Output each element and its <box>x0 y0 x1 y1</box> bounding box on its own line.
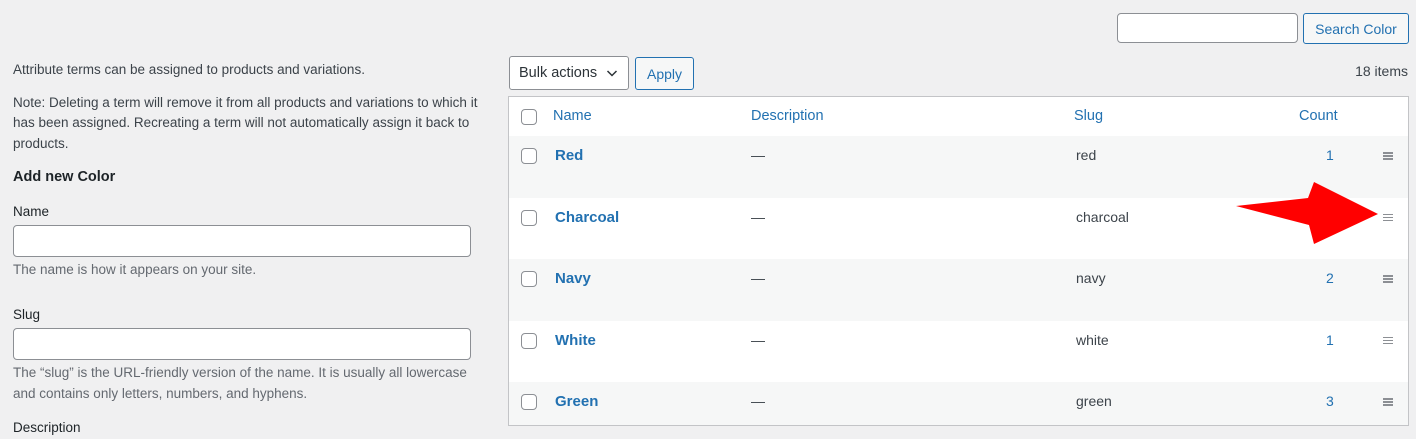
drag-handle-icon[interactable] <box>1383 213 1393 222</box>
row-checkbox[interactable] <box>521 271 537 287</box>
slug-field[interactable] <box>13 328 471 360</box>
drag-handle-icon[interactable] <box>1383 398 1393 406</box>
table-header: Name Description Slug Count <box>509 97 1408 137</box>
term-slug: charcoal <box>1076 208 1129 225</box>
term-name-link[interactable]: Red <box>555 147 583 164</box>
red-arrow-annotation <box>1236 182 1378 244</box>
apply-button[interactable]: Apply <box>635 57 694 90</box>
column-description[interactable]: Description <box>751 108 824 124</box>
term-description: — <box>751 393 765 409</box>
term-name-link[interactable]: Charcoal <box>555 209 619 226</box>
name-field[interactable] <box>13 225 471 257</box>
slug-label: Slug <box>13 306 41 322</box>
term-description: — <box>751 331 765 348</box>
note-text: Note: Deleting a term will remove it fro… <box>13 94 478 151</box>
select-all-checkbox[interactable] <box>521 109 537 125</box>
drag-handle-icon[interactable] <box>1383 336 1393 345</box>
chevron-down-icon <box>606 70 618 77</box>
term-name-link[interactable]: White <box>555 332 596 349</box>
add-term-panel: Attribute terms can be assigned to produ… <box>13 60 493 439</box>
term-count-link[interactable]: 1 <box>1326 147 1334 163</box>
table-row: Navy — navy 2 <box>509 259 1408 321</box>
term-count-link[interactable]: 2 <box>1326 270 1334 286</box>
term-slug: red <box>1076 147 1097 163</box>
term-slug: green <box>1076 393 1112 409</box>
column-name[interactable]: Name <box>553 108 592 124</box>
term-count-link[interactable]: 1 <box>1326 332 1334 348</box>
term-name-link[interactable]: Green <box>555 393 598 410</box>
search-color-button[interactable]: Search Color <box>1303 13 1409 44</box>
row-checkbox[interactable] <box>521 148 537 164</box>
term-slug: white <box>1076 331 1109 348</box>
table-row: White — white 1 <box>509 321 1408 383</box>
drag-handle-icon[interactable] <box>1383 152 1393 160</box>
term-slug: navy <box>1076 270 1106 286</box>
column-slug[interactable]: Slug <box>1074 108 1103 124</box>
term-description: — <box>751 208 765 225</box>
term-count-link[interactable]: 3 <box>1326 393 1334 409</box>
bulk-actions-select[interactable]: Bulk actions <box>509 56 629 90</box>
terms-table: Name Description Slug Count Red — red 1 … <box>508 96 1409 426</box>
row-checkbox[interactable] <box>521 209 537 226</box>
items-count: 18 items <box>1355 63 1408 79</box>
name-hint: The name is how it appears on your site. <box>13 262 257 277</box>
term-name-link[interactable]: Navy <box>555 270 591 287</box>
intro-text: Attribute terms can be assigned to produ… <box>13 62 365 77</box>
search-input[interactable] <box>1117 13 1298 43</box>
description-label: Description <box>13 420 81 435</box>
slug-hint: The “slug” is the URL-friendly version o… <box>13 365 467 401</box>
drag-handle-icon[interactable] <box>1383 275 1393 283</box>
row-checkbox[interactable] <box>521 332 537 349</box>
bulk-actions-label: Bulk actions <box>519 65 598 81</box>
table-row: Green — green 3 <box>509 382 1408 425</box>
form-title: Add new Color <box>13 169 116 185</box>
row-checkbox[interactable] <box>521 394 537 410</box>
column-count[interactable]: Count <box>1299 108 1338 124</box>
term-description: — <box>751 147 765 163</box>
term-description: — <box>751 270 765 286</box>
name-label: Name <box>13 203 50 219</box>
